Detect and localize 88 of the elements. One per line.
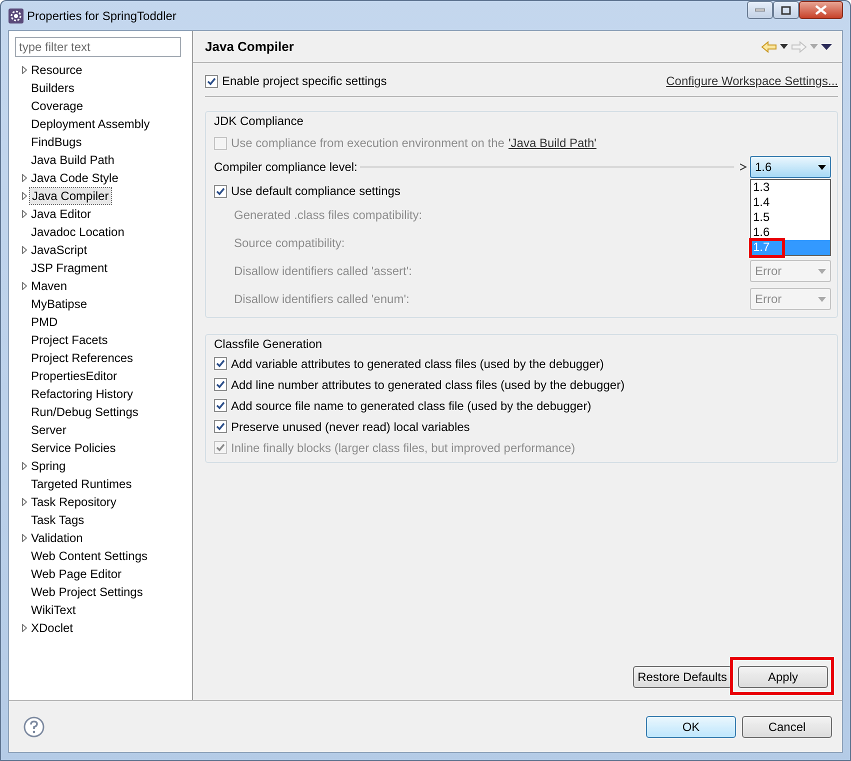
close-button[interactable]	[799, 1, 843, 19]
tree-item[interactable]: Builders	[29, 80, 76, 96]
expand-arrow-icon[interactable]	[22, 282, 26, 290]
checkbox[interactable]	[214, 357, 227, 370]
forward-arrow-icon	[791, 40, 807, 52]
checkbox[interactable]	[214, 420, 227, 433]
dropdown-option[interactable]: 1.5	[751, 210, 830, 225]
tree-item[interactable]: Java Compiler	[29, 187, 112, 205]
tree-item[interactable]: Validation	[29, 530, 85, 546]
tree-item[interactable]: Resource	[29, 62, 84, 78]
expand-arrow-icon[interactable]	[22, 498, 26, 506]
setting-label: Disallow identifiers called 'assert':	[234, 263, 412, 280]
expand-arrow-icon[interactable]	[22, 174, 26, 182]
dropdown-option[interactable]: 1.3	[751, 180, 830, 195]
checkbox-label: Inline finally blocks (larger class files, but improved performance)	[231, 440, 576, 456]
configure-link[interactable]: Configure Workspace Settings...	[666, 72, 838, 90]
caret-icon	[818, 268, 826, 274]
tree-item[interactable]: Project Facets	[29, 332, 110, 348]
page-title: Java Compiler	[205, 38, 294, 56]
tree-item[interactable]: Maven	[29, 278, 70, 294]
checkbox-label: Add source file name to generated class file (used by the debugger)	[231, 398, 592, 414]
tree-item[interactable]: Service Policies	[29, 440, 118, 456]
expand-arrow-icon[interactable]	[22, 462, 26, 470]
window-title: Properties for SpringToddler	[27, 8, 176, 24]
tree-item[interactable]: Run/Debug Settings	[29, 404, 140, 420]
view-menu-icon[interactable]	[821, 44, 832, 50]
tree-item[interactable]: Java Editor	[29, 206, 94, 222]
dropdown-option[interactable]: 1.6	[751, 225, 830, 240]
minimize-icon	[755, 8, 765, 12]
expand-arrow-icon[interactable]	[22, 624, 26, 632]
tree-item[interactable]: Web Content Settings	[29, 548, 150, 564]
tree-item[interactable]: Java Build Path	[29, 152, 116, 168]
expand-arrow-icon[interactable]	[22, 192, 26, 200]
field-label: Compiler compliance level:	[214, 159, 358, 176]
minimize-button[interactable]	[747, 1, 773, 19]
tree-item[interactable]: Task Tags	[29, 512, 86, 528]
tree-item[interactable]: PMD	[29, 314, 60, 330]
tree-item[interactable]: XDoclet	[29, 620, 76, 636]
caret-icon	[818, 296, 826, 302]
setting-label: Disallow identifiers called 'enum':	[234, 291, 410, 308]
tree-item[interactable]: Refactoring History	[29, 386, 136, 402]
checkbox-label: Enable project specific settings	[222, 73, 387, 90]
checkbox-label: Add variable attributes to generated class files (used by the debugger)	[231, 356, 604, 372]
tree-item[interactable]: Web Project Settings	[29, 584, 145, 600]
tree-item[interactable]: Project References	[29, 350, 136, 366]
tree-item[interactable]: JavaScript	[29, 242, 90, 258]
expand-arrow-icon[interactable]	[22, 534, 26, 542]
expand-arrow-icon[interactable]	[22, 210, 26, 218]
maximize-icon	[781, 6, 791, 14]
dropdown-option[interactable]: 1.4	[751, 195, 830, 210]
checkbox-label: Add line number attributes to generated class files (used by the debugger)	[231, 376, 625, 394]
tree-item[interactable]: Coverage	[29, 98, 86, 114]
tree-item[interactable]: JSP Fragment	[29, 260, 110, 276]
tree-item[interactable]: Spring	[29, 458, 68, 474]
tree-item[interactable]: WikiText	[29, 602, 78, 618]
expand-arrow-icon[interactable]	[22, 66, 26, 74]
checkbox-label: Use compliance from execution environment on the	[231, 135, 504, 152]
tree-item[interactable]: MyBatipse	[29, 296, 90, 312]
caret-icon	[818, 164, 826, 170]
tree-item[interactable]: Task Repository	[29, 494, 118, 510]
tree-item[interactable]: PropertiesEditor	[29, 368, 120, 384]
maximize-button[interactable]	[773, 1, 799, 19]
setting-label: Generated .class files compatibility:	[234, 207, 422, 224]
close-icon	[815, 5, 827, 15]
dialog-button[interactable]: Cancel	[742, 716, 832, 738]
checkbox[interactable]	[214, 184, 227, 198]
expand-arrow-icon[interactable]	[22, 246, 26, 254]
app-icon	[8, 8, 24, 24]
checkbox[interactable]	[214, 378, 227, 391]
caret-icon[interactable]	[780, 44, 788, 49]
setting-label: Source compatibility:	[234, 235, 345, 252]
checkbox[interactable]	[214, 399, 227, 412]
checkbox-label: Use default compliance settings	[231, 183, 400, 200]
dialog-button[interactable]: OK	[646, 716, 736, 738]
tree-item[interactable]: FindBugs	[29, 134, 84, 150]
filter-field[interactable]: type filter text	[15, 37, 181, 57]
tree-item[interactable]: Java Code Style	[29, 170, 120, 186]
tree-item[interactable]: Deployment Assembly	[29, 116, 152, 132]
apply-button[interactable]: Apply	[738, 666, 828, 688]
caret-icon	[810, 44, 818, 49]
help-icon[interactable]	[23, 716, 45, 738]
restore-defaults-button[interactable]: Restore Defaults	[632, 666, 732, 688]
checkbox[interactable]	[205, 74, 218, 88]
checkbox-label: Preserve unused (never read) local variables	[231, 418, 470, 436]
tree-item[interactable]: Targeted Runtimes	[29, 476, 134, 492]
tree-item[interactable]: Javadoc Location	[29, 224, 126, 240]
tree-item[interactable]: Web Page Editor	[29, 566, 124, 582]
tree-item[interactable]: Server	[29, 422, 68, 438]
